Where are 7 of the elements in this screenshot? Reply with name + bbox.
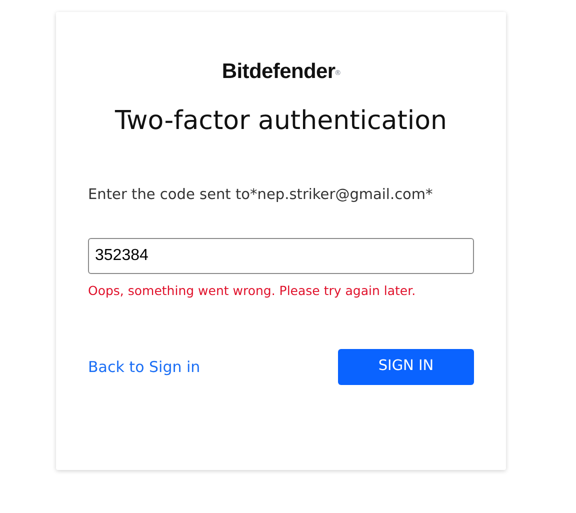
error-message: Oops, something went wrong. Please try again later. [88, 282, 417, 300]
code-field[interactable]: 352384 [88, 238, 474, 274]
logo: Bitdefender$^{®}$ [222, 59, 340, 85]
page-title: Two-factor authentication [114, 104, 448, 138]
instruction-text: Enter the code sent to*nep.striker@gmail.com* [88, 186, 434, 204]
back-link[interactable]: Back to Sign in [88, 356, 200, 378]
sign-in-button[interactable]: SIGN IN [338, 349, 474, 385]
